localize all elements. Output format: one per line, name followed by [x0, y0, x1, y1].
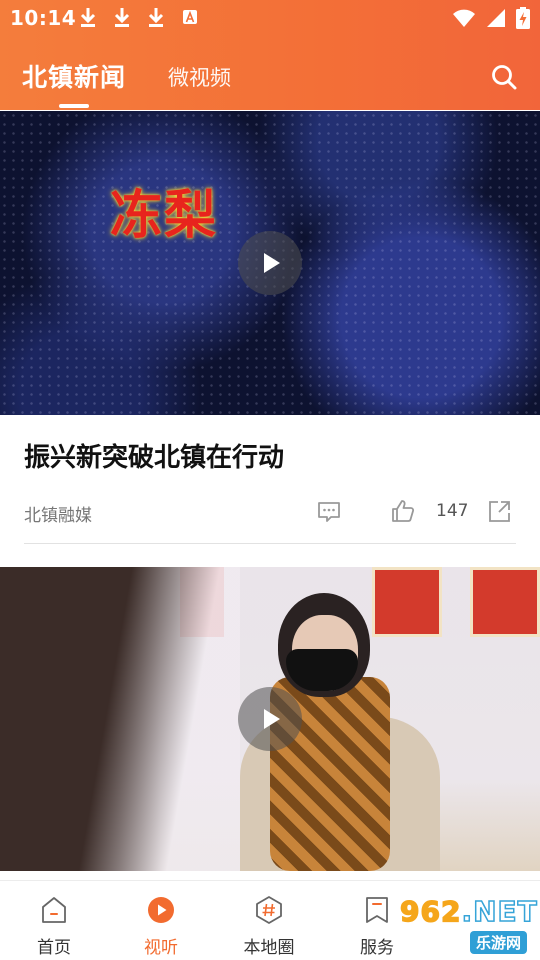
status-left-icons	[78, 6, 200, 28]
header: 10:14 北镇新闻 微视频	[0, 0, 540, 110]
tab-active-indicator	[59, 104, 89, 108]
hashtag-icon	[256, 896, 282, 924]
divider	[24, 543, 516, 544]
signal-icon	[487, 9, 505, 27]
search-icon[interactable]	[490, 63, 518, 91]
status-time: 10:14	[10, 6, 77, 30]
app: 10:14 北镇新闻 微视频 冻梨 振兴新突破北镇在行动 北镇融媒 147 首页…	[0, 0, 540, 960]
video-thumbnail[interactable]: 冻梨	[0, 111, 540, 415]
nav-item-home[interactable]: 首页	[9, 881, 99, 960]
nav-label: 首页	[37, 938, 71, 958]
nav-label: 本地圈	[243, 938, 295, 958]
download-icon	[80, 8, 96, 27]
foreground-hair	[0, 567, 240, 871]
like-count: 147	[436, 501, 469, 521]
battery-charging-icon	[516, 7, 530, 29]
like-icon[interactable]	[390, 498, 416, 524]
item-meta: 北镇融媒 147	[0, 489, 540, 539]
item-source: 北镇融媒	[24, 506, 92, 526]
wifi-icon	[453, 9, 475, 27]
home-icon	[42, 897, 66, 923]
download-icon	[114, 8, 130, 27]
comment-icon[interactable]	[316, 499, 342, 525]
wall-poster	[372, 567, 442, 637]
status-right-icons	[452, 7, 530, 29]
share-icon[interactable]	[487, 499, 512, 524]
play-icon	[264, 253, 280, 273]
watermark-logo: 962.NET 乐游网	[399, 894, 538, 957]
nav-item-audio-video[interactable]: 视听	[116, 881, 206, 960]
top-nav: 北镇新闻 微视频	[0, 50, 540, 110]
a-notification-icon	[183, 10, 197, 24]
thumbnail-overlay-text: 冻梨	[110, 185, 219, 246]
item-title[interactable]: 振兴新突破北镇在行动	[24, 437, 284, 474]
status-bar: 10:14	[0, 0, 540, 36]
download-icon	[148, 8, 164, 27]
bookmark-icon	[366, 897, 388, 923]
tab-news[interactable]: 北镇新闻	[22, 58, 126, 94]
play-icon	[264, 709, 280, 729]
play-button[interactable]	[238, 231, 302, 295]
wall-poster	[470, 567, 540, 637]
nav-item-local-circle[interactable]: 本地圈	[224, 881, 314, 960]
nav-label: 视听	[144, 938, 178, 958]
watermark-sub: 乐游网	[470, 931, 528, 954]
play-circle-icon	[148, 897, 174, 923]
watermark-text: 962.NET	[399, 894, 538, 929]
play-button[interactable]	[238, 687, 302, 751]
tab-micro-video[interactable]: 微视频	[168, 62, 231, 92]
video-thumbnail[interactable]	[0, 567, 540, 871]
